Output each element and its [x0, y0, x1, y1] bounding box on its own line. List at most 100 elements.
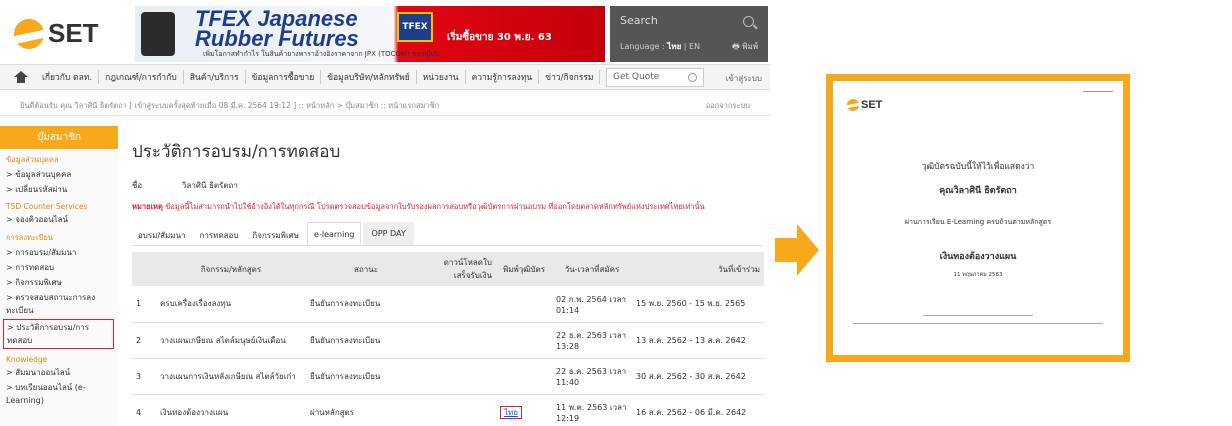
history-table: กิจกรรม/หลักสูตร สถานะ ดาวน์โหลดใบเสร็จร… [132, 252, 764, 426]
language-switch[interactable]: Language : ไทย | EN [620, 40, 700, 53]
cell-dates: 16 ส.ค. 2562 - 06 มี.ค. 2642 [632, 394, 764, 426]
nav-knowledge[interactable]: ความรู้การลงทุน [466, 70, 540, 84]
sidebar-section-knowledge: Knowledge [6, 355, 48, 364]
set-logo[interactable]: SET [14, 18, 99, 49]
cell-no: 1 [132, 286, 156, 323]
fine-print-line [923, 315, 1033, 316]
nav-trading-data[interactable]: ข้อมูลการซื้อขาย [246, 70, 322, 84]
cell-certificate [496, 358, 552, 395]
tab-elearning[interactable]: e-learning [307, 222, 362, 245]
col-status: สถานะ [306, 252, 426, 286]
name-row: ชื่อ วิลาศินี ธิตรัตถา [132, 179, 762, 192]
home-icon[interactable] [14, 71, 28, 83]
cell-no: 2 [132, 322, 156, 359]
sidebar-header: บุ๊มสมาชิก [0, 126, 118, 149]
col-receipt: ดาวน์โหลดใบเสร็จรับเงิน [426, 252, 496, 286]
cell-receipt [426, 286, 496, 323]
nav-units[interactable]: หน่วยงาน [417, 70, 466, 84]
cell-certificate: ไทย [496, 394, 552, 426]
table-row: 1 ครบเครื่องเรื่องลงทุน ยืนยันการลงทะเบี… [132, 286, 764, 323]
cell-receipt [426, 322, 496, 359]
col-no [132, 252, 156, 286]
cell-course: ครบเครื่องเรื่องลงทุน [156, 286, 306, 323]
cell-dates: 15 พ.ย. 2560 - 15 พ.ย. 2565 [632, 286, 764, 323]
cell-receipt [426, 394, 496, 426]
certificate-course: เงินทองต้องวางแผน [939, 252, 1017, 262]
sidebar-item-training[interactable]: > การอบรม/สัมมนา [0, 245, 118, 260]
phone-icon [141, 12, 175, 56]
nav-company-data[interactable]: ข้อมูลบริษัท/หลักทรัพย์ [321, 70, 417, 84]
nav-rules[interactable]: กฎเกณฑ์/การกำกับ [99, 70, 184, 84]
col-certificate: พิมพ์วุฒิบัตร [496, 252, 552, 286]
table-row: 3 วางแผนการเงินหลังเกษียณ สไตล์วัยเก๋า ย… [132, 358, 764, 395]
cell-course: วางแผนการเงินหลังเกษียณ สไตล์วัยเก๋า [156, 358, 306, 395]
sidebar-item-activities[interactable]: > กิจกรรมพิเศษ [0, 275, 118, 290]
tfex-banner[interactable]: TFEX Japanese Rubber Futures เพิ่มโอกาสท… [135, 6, 605, 62]
language-label: Language : [620, 42, 665, 51]
name-label: ชื่อ [132, 181, 143, 190]
login-link[interactable]: เข้าสู่ระบบ [726, 72, 762, 85]
search-label[interactable]: Search [620, 14, 658, 27]
cell-dates: 30 ส.ค. 2562 - 30 ส.ค. 2642 [632, 358, 764, 395]
cell-dates: 13 ส.ค. 2562 - 13 ส.ค. 2642 [632, 322, 764, 359]
sidebar-item-test[interactable]: > การทดสอบ [0, 260, 118, 275]
cell-certificate [496, 322, 552, 359]
quote-search-icon[interactable] [688, 73, 697, 82]
sidebar-item-elearning[interactable]: > บทเรียนออนไลน์ (e-Learning) [0, 380, 118, 408]
disclaimer-text: ข้อมูลนี้ไม่สามารถนำไปใช้อ้างอิงได้ในทุก… [165, 202, 705, 211]
sidebar: บุ๊มสมาชิก ข้อมูลส่วนบุคคล > ข้อมูลส่วนบ… [0, 126, 118, 426]
nav-about[interactable]: เกี่ยวกับ ตลท. [36, 70, 100, 84]
nav-news[interactable]: ข่าว/กิจกรรม [539, 70, 601, 84]
get-quote-placeholder: Get Quote [613, 72, 660, 82]
cell-status: ยืนยันการลงทะเบียน [306, 358, 426, 395]
sidebar-item-booking[interactable]: > จองคิวออนไลน์ [0, 212, 118, 227]
cell-course: เงินทองต้องวางแผน [156, 394, 306, 426]
sidebar-item-personal-info[interactable]: > ข้อมูลส่วนบุคคล [0, 167, 118, 182]
certificate-code-line [1083, 91, 1113, 92]
sidebar-item-status[interactable]: > ตรวจสอบสถานะการลงทะเบียน [0, 290, 118, 318]
breadcrumb[interactable]: [ เข้าสู่ระบบครั้งสุดท้ายเมื่อ 08 มี.ค. … [129, 101, 439, 110]
header: SET TFEX Japanese Rubber Futures เพิ่มโอ… [0, 0, 770, 90]
certificate-preview: SET วุฒิบัตรฉบับนี้ให้ไว้เพื่อแสดงว่า คุ… [826, 74, 1130, 362]
get-quote-input[interactable]: Get Quote [606, 68, 704, 87]
cell-applied: 22 ธ.ค. 2563 เวลา 11:40 [552, 358, 632, 395]
logo-text: SET [48, 18, 99, 48]
certificate-date: 11 พฤษภาคม 2563 [953, 272, 1003, 278]
lang-th[interactable]: ไทย [667, 42, 681, 51]
table-header: กิจกรรม/หลักสูตร สถานะ ดาวน์โหลดใบเสร็จร… [132, 252, 764, 286]
sidebar-section-registration: การลงทะเบียน [6, 233, 53, 242]
cell-status: ยืนยันการลงทะเบียน [306, 286, 426, 323]
disclaimer: หมายเหตุ ข้อมูลนี้ไม่สามารถนำไปใช้อ้างอิ… [132, 201, 762, 213]
tab-activities[interactable]: กิจกรรมพิเศษ [246, 222, 305, 245]
set-logo-icon [847, 99, 859, 111]
print-button[interactable]: 🖶 พิมพ์ [732, 40, 758, 55]
certificate-page: SET วุฒิบัตรฉบับนี้ให้ไว้เพื่อแสดงว่า คุ… [833, 81, 1123, 355]
print-label: พิมพ์ [742, 42, 758, 51]
search-box[interactable]: Search Language : ไทย | EN 🖶 พิมพ์ [610, 6, 768, 62]
welcome-bar: ยินดีต้อนรับ คุณ วิลาศินี ธิตรัตถา [ เข้… [0, 90, 770, 116]
logout-link[interactable]: ออกจากระบบ [706, 100, 750, 112]
tab-opp-day[interactable]: OPP DAY [363, 222, 414, 245]
page-title: ประวัติการอบรม/การทดสอบ [132, 142, 341, 162]
print-certificate-link[interactable]: ไทย [500, 405, 522, 419]
sidebar-section-tsd: TSD Counter Services [6, 202, 88, 211]
sidebar-item-change-password[interactable]: > เปลี่ยนรหัสผ่าน [0, 182, 118, 197]
lang-en[interactable]: EN [689, 42, 700, 51]
tab-test[interactable]: การทดสอบ [194, 222, 245, 245]
tfex-badge: TFEX [397, 12, 433, 42]
name-value: วิลาศินี ธิตรัตถา [182, 181, 238, 190]
cell-applied: 11 พ.ค. 2563 เวลา 12:19 [552, 394, 632, 426]
sidebar-item-webinar[interactable]: > สัมมนาออนไลน์ [0, 365, 118, 380]
cell-applied: 02 ก.พ. 2564 เวลา 01:14 [552, 286, 632, 323]
certificate-intro: วุฒิบัตรฉบับนี้ให้ไว้เพื่อแสดงว่า [921, 162, 1035, 172]
sidebar-item-history[interactable]: > ประวัติการอบรม/การทดสอบ [3, 319, 114, 349]
set-logo-icon [14, 18, 44, 49]
search-icon[interactable] [743, 16, 754, 27]
tab-training[interactable]: อบรม/สัมมนา [132, 222, 192, 245]
col-dates: วันที่เข้าร่วม [632, 252, 764, 286]
cell-status: ยืนยันการลงทะเบียน [306, 322, 426, 359]
nav-products[interactable]: สินค้า/บริการ [184, 70, 246, 84]
cell-no: 4 [132, 394, 156, 426]
sidebar-section-personal: ข้อมูลส่วนบุคคล [6, 155, 59, 164]
table-row: 4 เงินทองต้องวางแผน ผ่านหลักสูตร ไทย 11 … [132, 394, 764, 426]
